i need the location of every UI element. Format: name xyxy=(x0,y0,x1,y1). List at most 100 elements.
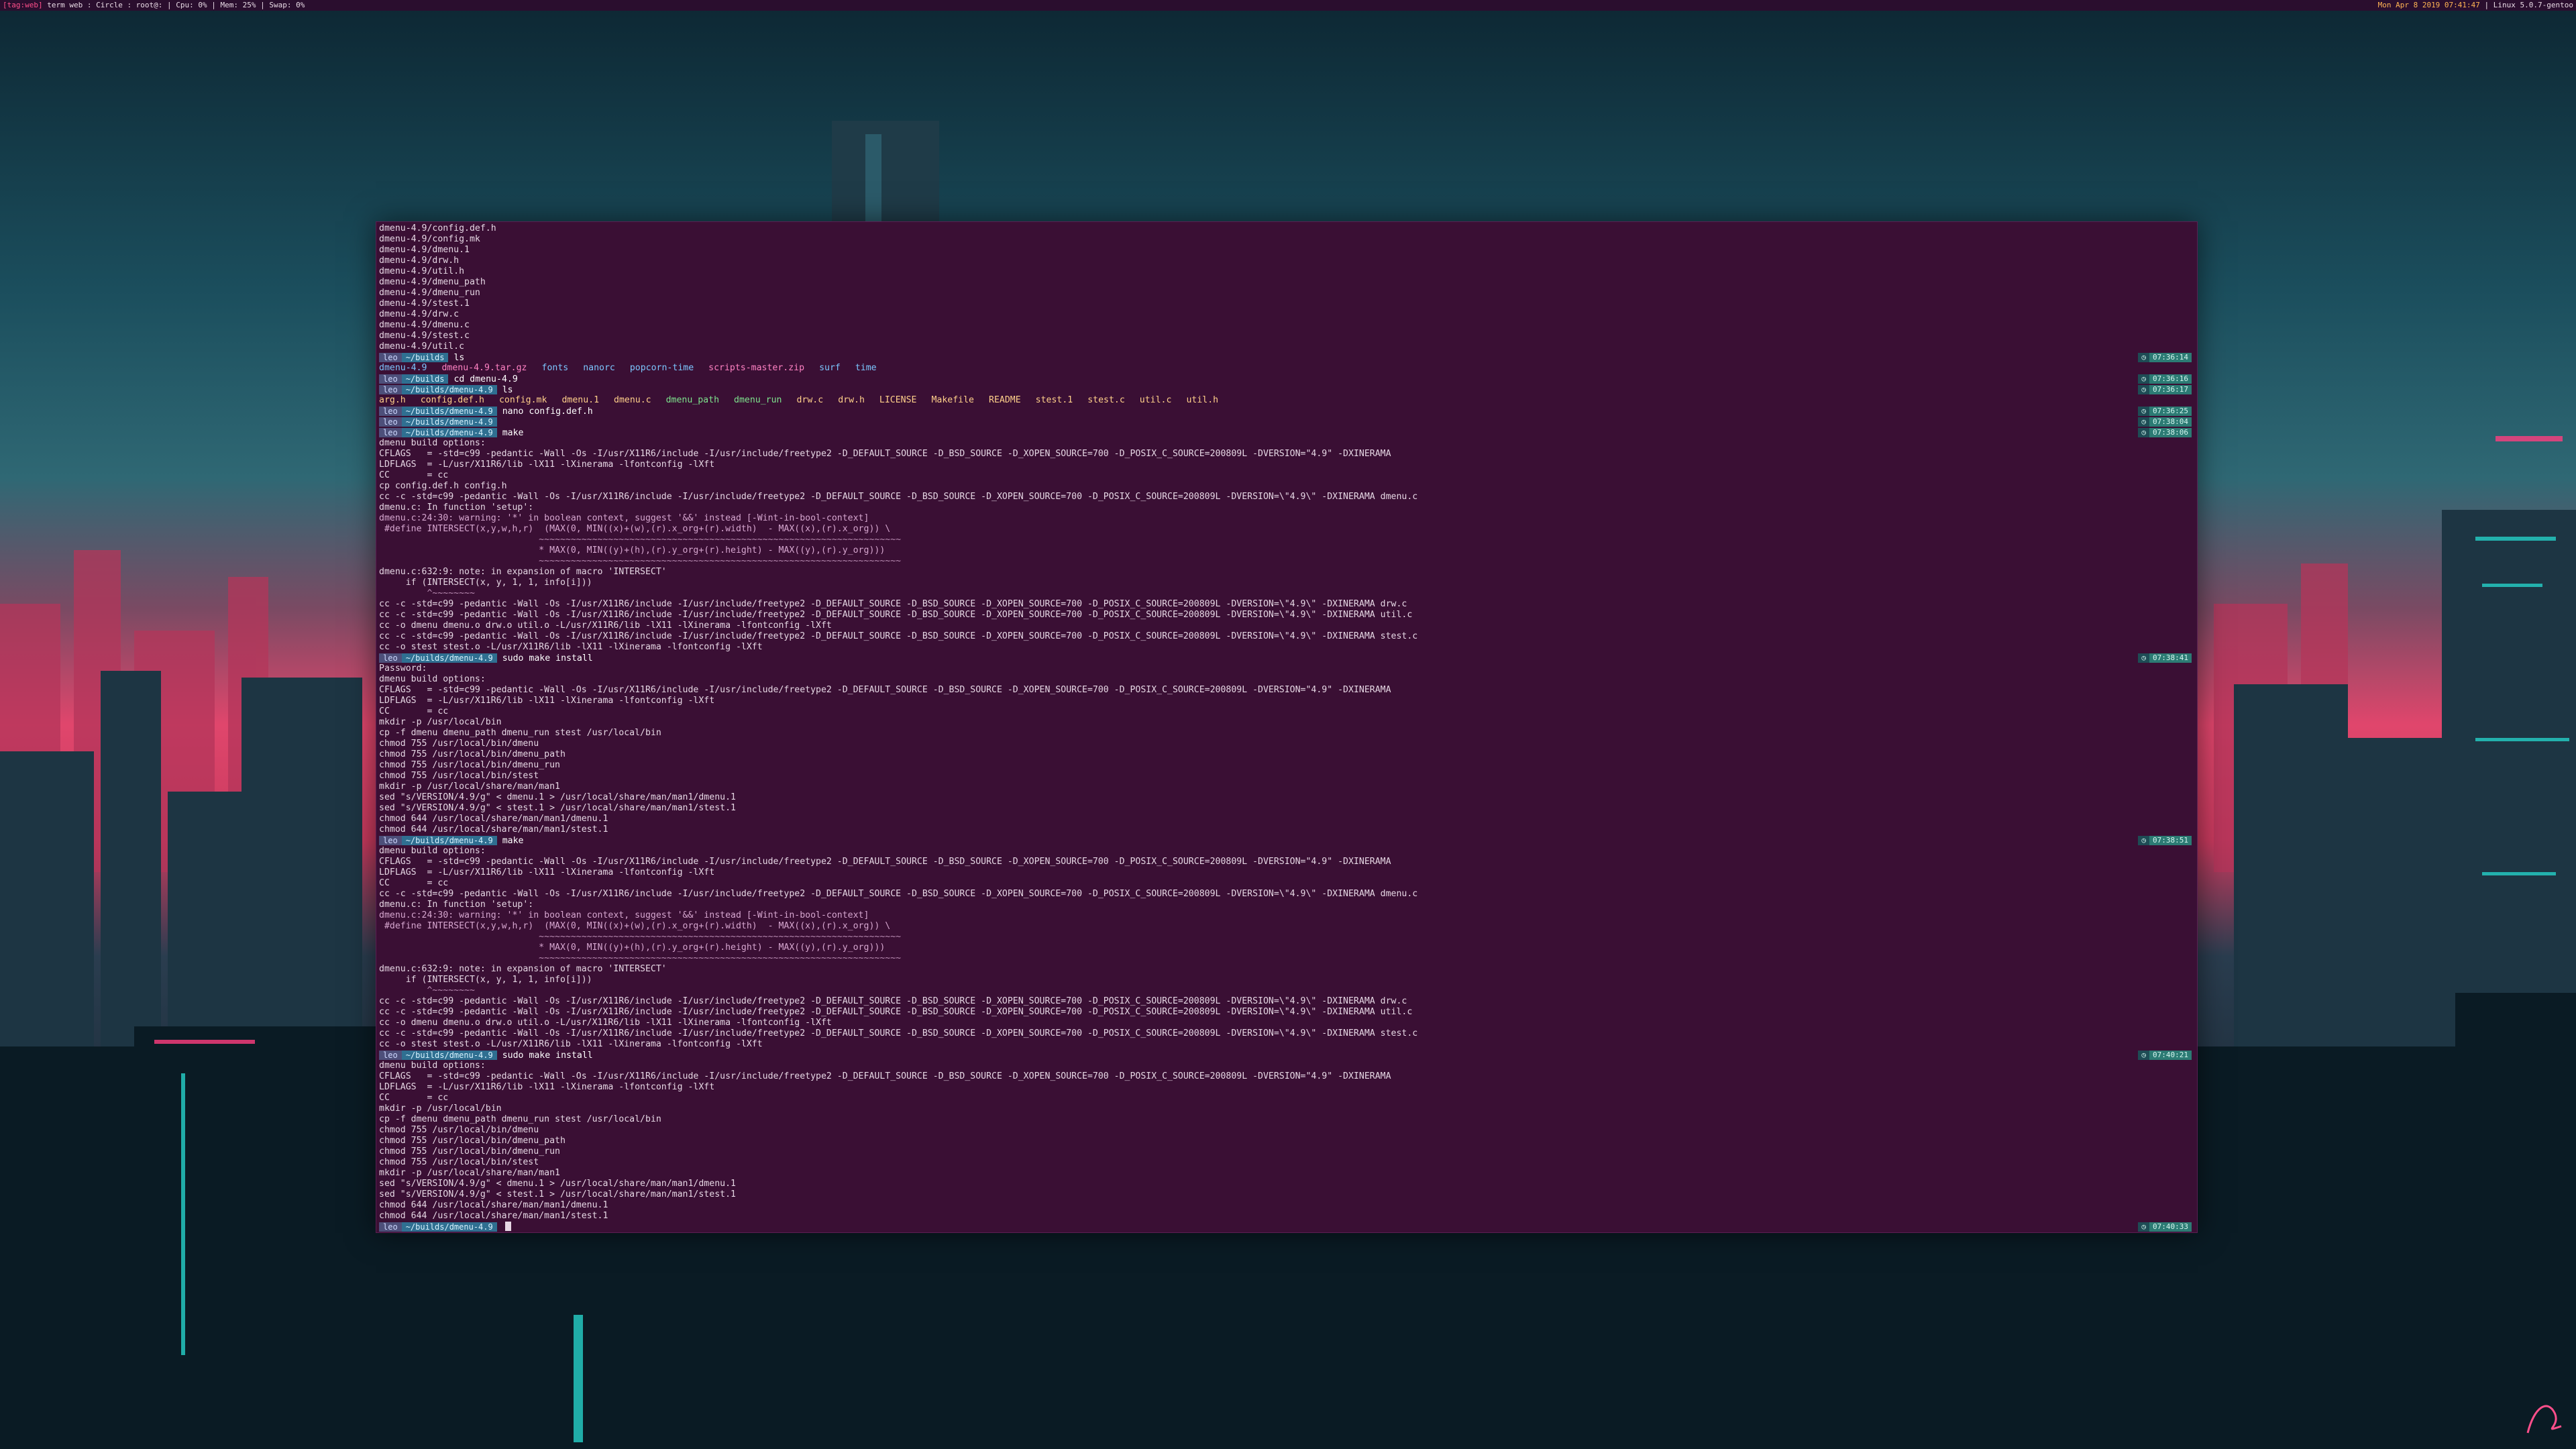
ls-entry: dmenu-4.9 xyxy=(379,363,427,373)
output-line: chmod 755 /usr/local/bin/dmenu xyxy=(379,1125,539,1135)
output-line: mkdir -p /usr/local/share/man/man1 xyxy=(379,1168,560,1178)
prompt-path: ~/builds/dmenu-4.9 xyxy=(401,836,497,845)
ls-entry: drw.c xyxy=(796,395,824,405)
prompt-user: leo xyxy=(379,1222,402,1232)
timestamp-value: 07:36:17 xyxy=(2149,385,2192,394)
prompt-user: leo xyxy=(379,428,402,437)
clock-icon: ◷ xyxy=(2138,353,2150,362)
prompt-path: ~/builds/dmenu-4.9 xyxy=(401,417,497,427)
output-line: dmenu build options: xyxy=(379,846,486,856)
output-line: chmod 755 /usr/local/bin/dmenu_run xyxy=(379,760,560,770)
prompt-timestamp: ◷ 07:38:06 xyxy=(2138,428,2192,437)
output-line: ~~~~~~~~~~~~~~~~~~~~~~~~~~~~~~~~~~~~~~~~… xyxy=(379,556,902,566)
system-info: term web : Circle : root@: | Cpu: 0% | M… xyxy=(47,1,305,9)
output-line: chmod 755 /usr/local/bin/dmenu_path xyxy=(379,749,566,759)
prompt-path: ~/builds/dmenu-4.9 xyxy=(401,1222,497,1232)
timestamp-value: 07:38:51 xyxy=(2149,836,2192,845)
command-text: sudo make install xyxy=(502,653,593,663)
output-line: cc -o dmenu dmenu.o drw.o util.o -L/usr/… xyxy=(379,621,832,631)
output-line: cc -o stest stest.o -L/usr/X11R6/lib -lX… xyxy=(379,1039,763,1049)
clock-icon: ◷ xyxy=(2138,374,2150,384)
output-line: cc -c -std=c99 -pedantic -Wall -Os -I/us… xyxy=(379,492,1418,502)
prompt-path: ~/builds/dmenu-4.9 xyxy=(401,653,497,663)
terminal-window[interactable]: dmenu-4.9/config.def.h dmenu-4.9/config.m… xyxy=(376,221,2198,1233)
ls-entry: config.mk xyxy=(498,395,547,405)
output-line: CC = cc xyxy=(379,878,449,888)
output-line: if (INTERSECT(x, y, 1, 1, info[i])) xyxy=(379,578,592,588)
output-line: dmenu-4.9/dmenu.1 xyxy=(379,245,470,255)
output-line: chmod 755 /usr/local/bin/dmenu xyxy=(379,739,539,749)
output-line: dmenu-4.9/dmenu_run xyxy=(379,288,480,298)
command-text: ls xyxy=(453,353,465,363)
output-line: ~~~~~~~~~~~~~~~~~~~~~~~~~~~~~~~~~~~~~~~~… xyxy=(379,535,902,545)
output-line: chmod 755 /usr/local/bin/stest xyxy=(379,771,539,781)
ls-entry: dmenu.1 xyxy=(561,395,600,405)
output-line: dmenu-4.9/util.h xyxy=(379,266,465,276)
ls-entry: README xyxy=(989,395,1021,405)
output-line: LDFLAGS = -L/usr/X11R6/lib -lX11 -lXiner… xyxy=(379,1082,715,1092)
output-line: mkdir -p /usr/local/share/man/man1 xyxy=(379,782,560,792)
output-line: dmenu-4.9/util.c xyxy=(379,341,465,352)
output-line: cc -c -std=c99 -pedantic -Wall -Os -I/us… xyxy=(379,1007,1413,1017)
prompt-line: leo ~/builds ls ◷ 07:36:14 xyxy=(376,352,2197,363)
prompt-user: leo xyxy=(379,1051,402,1060)
output-line: sed "s/VERSION/4.9/g" < stest.1 > /usr/l… xyxy=(379,803,736,813)
text-cursor[interactable] xyxy=(504,1222,511,1231)
timestamp-value: 07:40:21 xyxy=(2149,1051,2192,1060)
output-line: #define INTERSECT(x,y,w,h,r) (MAX(0, MIN… xyxy=(379,921,891,931)
output-line: CFLAGS = -std=c99 -pedantic -Wall -Os -I… xyxy=(379,449,1391,459)
output-line: cc -o dmenu dmenu.o drw.o util.o -L/usr/… xyxy=(379,1018,832,1028)
status-bar-left: [tag:web] term web : Circle : root@: | C… xyxy=(3,0,305,11)
prompt-path: ~/builds/dmenu-4.9 xyxy=(401,428,497,437)
ls-entry: arg.h xyxy=(379,395,406,405)
output-line: dmenu.c:632:9: note: in expansion of mac… xyxy=(379,567,667,577)
output-line: dmenu build options: xyxy=(379,438,486,448)
output-line: cc -o stest stest.o -L/usr/X11R6/lib -lX… xyxy=(379,642,763,652)
ls-entry: util.c xyxy=(1139,395,1172,405)
prompt-user: leo xyxy=(379,353,402,362)
output-line: Password: xyxy=(379,663,427,674)
clock-icon: ◷ xyxy=(2138,417,2150,427)
output-line: chmod 644 /usr/local/share/man/man1/dmen… xyxy=(379,814,608,824)
prompt-path: ~/builds/dmenu-4.9 xyxy=(401,407,497,416)
output-line: ~~~~~~~~~~~~~~~~~~~~~~~~~~~~~~~~~~~~~~~~… xyxy=(379,932,902,942)
prompt-line: leo ~/builds/dmenu-4.9 sudo make install ◷ 0… xyxy=(376,653,2197,663)
output-line: dmenu-4.9/config.def.h xyxy=(379,223,496,233)
timestamp-value: 07:38:06 xyxy=(2149,428,2192,437)
artist-signature xyxy=(2526,1405,2562,1434)
timestamp-value: 07:36:14 xyxy=(2149,353,2192,362)
output-line: CC = cc xyxy=(379,1093,449,1103)
prompt-line: leo ~/builds/dmenu-4.9 ls ◷ 07:36:17 xyxy=(376,384,2197,395)
output-line: dmenu-4.9/config.mk xyxy=(379,234,480,244)
prompt-timestamp: ◷ 07:36:25 xyxy=(2138,407,2192,416)
ls-entry: drw.h xyxy=(838,395,865,405)
output-line: dmenu-4.9/drw.c xyxy=(379,309,460,319)
output-line: CFLAGS = -std=c99 -pedantic -Wall -Os -I… xyxy=(379,1071,1391,1081)
output-line: sed "s/VERSION/4.9/g" < dmenu.1 > /usr/l… xyxy=(379,792,736,802)
ls-entry: Makefile xyxy=(931,395,974,405)
output-line: dmenu.c: In function 'setup': xyxy=(379,900,534,910)
output-line: cp -f dmenu dmenu_path dmenu_run stest /… xyxy=(379,1114,661,1124)
command-text: sudo make install xyxy=(502,1051,593,1061)
ls-entry: surf xyxy=(819,363,841,373)
output-line: cp -f dmenu dmenu_path dmenu_run stest /… xyxy=(379,728,661,738)
workspace-tag[interactable]: [tag:web] xyxy=(3,1,43,9)
prompt-line: leo ~/builds/dmenu-4.9 make ◷ 07:38:51 xyxy=(376,835,2197,846)
clock-icon: ◷ xyxy=(2138,1222,2150,1232)
command-text: ls xyxy=(502,385,513,395)
prompt-line: leo ~/builds/dmenu-4.9 sudo make install ◷ 0… xyxy=(376,1050,2197,1061)
clock: Mon Apr 8 2019 07:41:47 xyxy=(2377,1,2480,9)
ls-entry: LICENSE xyxy=(879,395,917,405)
kernel-version: | Linux 5.0.7-gentoo xyxy=(2484,1,2573,9)
prompt-path: ~/builds xyxy=(401,353,449,362)
ls-entry: popcorn-time xyxy=(629,363,694,373)
prompt-timestamp: ◷ 07:38:41 xyxy=(2138,653,2192,663)
output-line: CC = cc xyxy=(379,470,449,480)
output-line: dmenu.c: In function 'setup': xyxy=(379,502,534,513)
ls-entry: scripts-master.zip xyxy=(708,363,805,373)
ls-output-line: dmenu-4.9 dmenu-4.9.tar.gz fonts nanorc popc… xyxy=(376,363,2197,374)
output-line: dmenu.c:24:30: warning: '*' in boolean c… xyxy=(379,513,869,523)
prompt-path: ~/builds xyxy=(401,374,449,384)
ls-entry: dmenu_run xyxy=(734,395,782,405)
output-line: ~~~~~~~~~~~~~~~~~~~~~~~~~~~~~~~~~~~~~~~~… xyxy=(379,953,902,963)
